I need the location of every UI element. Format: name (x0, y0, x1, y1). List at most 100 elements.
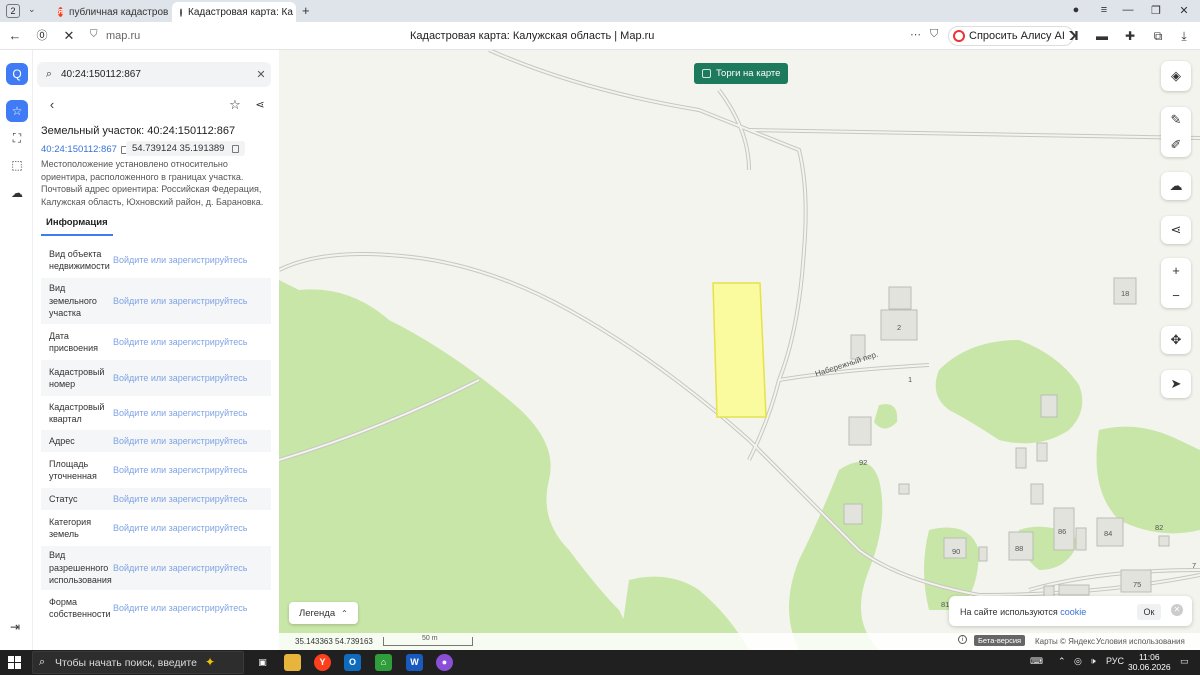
auctions-label: Торги на карте (716, 68, 781, 79)
share-map-icon[interactable]: ⋖ (1161, 222, 1191, 238)
ask-alice-button[interactable]: Спросить Алису AI (948, 26, 1074, 46)
login-register-link[interactable]: Войдите или зарегистрируйтесь (113, 255, 247, 265)
bookmark-icon[interactable]: ⛉ (930, 28, 938, 41)
extensions-puzzle-icon[interactable]: ✚ (1122, 29, 1138, 43)
login-register-link[interactable]: Войдите или зарегистрируйтесь (113, 296, 247, 306)
info-icon[interactable]: i (958, 635, 967, 644)
layers-control[interactable]: ◈ (1161, 61, 1191, 91)
tab-count-badge[interactable]: 2 (6, 4, 20, 18)
close-cookie-icon[interactable]: ✕ (1171, 604, 1183, 616)
auctions-on-map-toggle[interactable]: Торги на карте (694, 63, 789, 84)
back-arrow-icon[interactable]: ← (6, 28, 24, 44)
download-icon[interactable]: ⤓ (1176, 29, 1192, 44)
share-icon[interactable]: ⋖ (251, 96, 269, 114)
maximize-icon[interactable]: ❐ (1146, 4, 1166, 17)
map-canvas[interactable] (279, 50, 1200, 650)
house-number: 18 (1121, 289, 1130, 298)
legend-button[interactable]: Легенда ⌃ (289, 602, 358, 624)
map-ru-logo-icon[interactable]: Q (6, 63, 28, 85)
select-area-icon[interactable]: ⬚ (6, 154, 28, 176)
tab-public-cadastral[interactable]: Я публичная кадастровая к (50, 2, 168, 22)
logout-icon[interactable]: ⇥ (10, 620, 20, 634)
close-window-icon[interactable]: ✕ (1174, 4, 1194, 17)
ask-alice-label: Спросить Алису AI (969, 30, 1065, 42)
language-indicator[interactable]: РУС (1106, 656, 1124, 666)
cadastral-map[interactable]: Набережный пер. 2 1 18 92 90 88 86 84 82… (279, 50, 1200, 650)
zoom-in-icon[interactable]: + (1161, 263, 1191, 278)
taskbar-clock[interactable]: 11:06 30.06.2026 (1128, 652, 1171, 672)
terms-link[interactable]: Условия использования (1096, 637, 1185, 646)
search-input[interactable]: ⌕ 40:24:150112:867 ✕ (37, 62, 271, 87)
location-arrow-icon[interactable]: ➤ (1161, 376, 1191, 392)
copyright-text[interactable]: Карты © Яндекс (1035, 637, 1095, 646)
outlook-icon[interactable]: O (344, 654, 361, 671)
favorites-star-icon[interactable]: ☆ (6, 100, 28, 122)
minimize-icon[interactable]: — (1118, 4, 1138, 16)
word-icon[interactable]: W (406, 654, 423, 671)
cookie-link[interactable]: cookie (1060, 607, 1086, 617)
house-number: 75 (1133, 580, 1142, 589)
share-control[interactable]: ⋖ (1161, 216, 1191, 244)
stop-loading-icon[interactable]: ✕ (60, 28, 78, 44)
yandex-browser-icon[interactable]: Y (314, 654, 331, 671)
login-register-link[interactable]: Войдите или зарегистрируйтесь (113, 603, 247, 613)
geolocation-control[interactable]: ➤ (1161, 370, 1191, 398)
notifications-icon[interactable]: ▭ (1180, 656, 1189, 667)
cadastral-number-link[interactable]: 40:24:150112:867 (41, 144, 128, 155)
cookie-ok-button[interactable]: Ок (1137, 604, 1161, 620)
zoom-control[interactable]: + − (1161, 258, 1191, 308)
beta-badge[interactable]: Бета-версия (974, 635, 1026, 646)
close-tab-icon[interactable]: ✕ (293, 7, 296, 18)
shield-icon[interactable]: ⓪ (33, 28, 51, 44)
ruler-icon[interactable]: ✎ (1161, 112, 1191, 128)
draw-tools-control[interactable]: ✎ ✐ (1161, 107, 1191, 157)
panel-back-icon[interactable]: ‹ (43, 96, 61, 114)
layers-icon[interactable]: ◈ (1161, 68, 1191, 84)
file-explorer-icon[interactable] (284, 654, 301, 671)
windows-start-icon[interactable] (8, 656, 21, 669)
url-field[interactable]: ⛉ map.ru Кадастровая карта: Калужская об… (88, 26, 944, 46)
menu-icon[interactable]: ≡ (1094, 4, 1114, 16)
login-register-link[interactable]: Войдите или зарегистрируйтесь (113, 337, 247, 347)
home-app-icon[interactable]: ⌂ (375, 654, 392, 671)
route-icon[interactable]: ⛶ (6, 127, 28, 149)
favorite-star-icon[interactable]: ☆ (226, 96, 244, 114)
login-register-link[interactable]: Войдите или зарегистрируйтесь (113, 523, 247, 533)
edit-icon[interactable]: ✐ (1161, 137, 1191, 153)
move-arrows-icon[interactable]: ✥ (1161, 332, 1191, 348)
coordinates-chip[interactable]: 54.739124 35.191389 (126, 141, 246, 156)
extension-hat-icon[interactable]: ▬ (1094, 29, 1110, 43)
login-register-link[interactable]: Войдите или зарегистрируйтесь (113, 408, 247, 418)
login-register-link[interactable]: Войдите или зарегистрируйтесь (113, 436, 247, 446)
more-dots-icon[interactable]: ⋯ (910, 28, 921, 41)
tab-list-chevron-icon[interactable]: ⌄ (28, 4, 36, 15)
sidebar-icon[interactable]: ⧉ (1150, 29, 1166, 44)
login-register-link[interactable]: Войдите или зарегистрируйтесь (113, 494, 247, 504)
cloud-icon[interactable]: ☁ (6, 182, 28, 204)
extension-k-icon[interactable]: ꓘ (1066, 29, 1082, 43)
new-tab-button[interactable]: + (302, 3, 310, 18)
balloon-app-icon[interactable]: ● (436, 654, 453, 671)
tray-chevron-icon[interactable]: ⌃ (1058, 656, 1066, 667)
scale-bar: 50 m (383, 635, 473, 646)
login-register-link[interactable]: Войдите или зарегистрируйтесь (113, 373, 247, 383)
profile-icon[interactable]: ● (1066, 4, 1086, 16)
info-row-label: Вид объекта недвижимости (49, 248, 110, 272)
tab-information[interactable]: Информация (41, 217, 113, 236)
login-register-link[interactable]: Войдите или зарегистрируйтесь (113, 563, 247, 573)
login-register-link[interactable]: Войдите или зарегистрируйтесь (113, 465, 247, 475)
zoom-out-icon[interactable]: − (1161, 288, 1191, 303)
tab-cadastral-map[interactable]: Кадастровая карта: Ка ✕ (172, 2, 296, 22)
task-view-icon[interactable]: ▣ (254, 654, 271, 671)
copy-icon[interactable] (232, 144, 240, 153)
clear-search-icon[interactable]: ✕ (251, 68, 271, 81)
pan-control[interactable]: ✥ (1161, 326, 1191, 354)
cloud-upload-icon[interactable]: ☁ (1161, 178, 1191, 194)
search-value[interactable]: 40:24:150112:867 (61, 69, 251, 80)
upload-control[interactable]: ☁ (1161, 172, 1191, 200)
taskbar-search-input[interactable]: ⌕ Чтобы начать поиск, введите ✦ (32, 651, 244, 674)
network-icon[interactable]: ◎ (1074, 656, 1082, 667)
cookie-notice: На сайте используются cookie Ок ✕ (949, 596, 1192, 626)
volume-icon[interactable]: 🕩 (1090, 656, 1096, 667)
keyboard-icon[interactable]: ⌨ (1030, 656, 1043, 667)
